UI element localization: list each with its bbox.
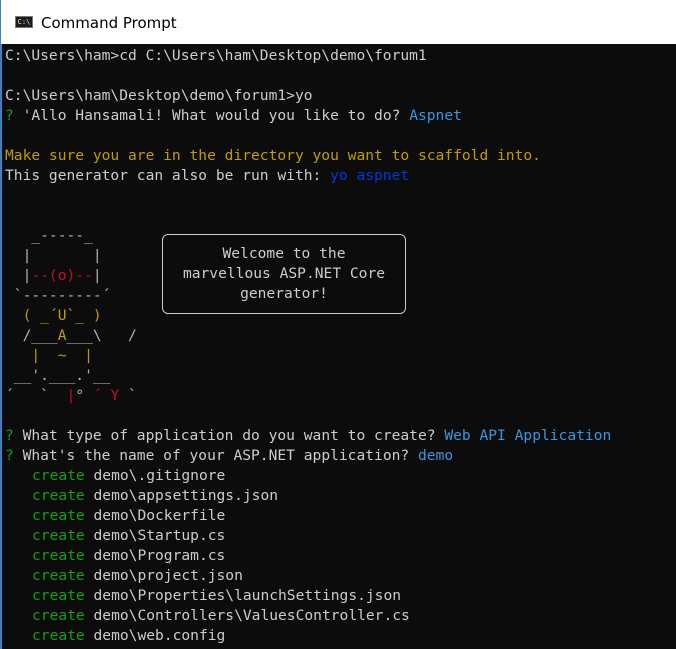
create-line: create demo\Dockerfile (32, 506, 225, 526)
question-line-2: ? What type of application do you want t… (5, 426, 611, 446)
art-fragment: | (66, 347, 93, 364)
console-app-icon: C:\ (15, 16, 33, 28)
art-row: /___A___\ / (5, 326, 137, 346)
create-verb: create (32, 567, 85, 584)
command-prompt-window: C:\ Command Prompt C:\Users\ham>cd C:\Us… (0, 0, 676, 649)
scaffold-note: Make sure you are in the directory you w… (5, 147, 541, 164)
art-fragment: _´U`_ (40, 307, 85, 324)
create-line: create demo\.gitignore (32, 466, 225, 486)
art-row: ( _´U`_ ) (5, 306, 102, 326)
created-file: demo\web.config (93, 627, 226, 644)
created-file: demo\project.json (93, 567, 243, 584)
art-row: ´ ` |° ´ Y ` (5, 386, 137, 406)
create-line: create demo\Startup.cs (32, 526, 225, 546)
create-verb: create (32, 507, 85, 524)
created-file: demo\Controllers\ValuesController.cs (93, 607, 410, 624)
create-verb: create (32, 527, 85, 544)
art-fragment: | (66, 387, 76, 404)
create-line: create demo\Controllers\ValuesController… (32, 606, 410, 626)
command-line-cd: C:\Users\ham>cd C:\Users\ham\Desktop\dem… (5, 47, 427, 64)
created-file: demo\Startup.cs (93, 527, 226, 544)
question-mark: ? (5, 107, 14, 124)
title-bar[interactable]: C:\ Command Prompt (0, 0, 676, 44)
welcome-line: Welcome to the (222, 245, 346, 262)
alternate-command-text: This generator can also be run with: (5, 167, 331, 184)
question-answer: demo (417, 447, 454, 464)
create-line: create demo\web.config (32, 626, 225, 646)
art-fragment: | (5, 267, 32, 284)
art-fragment: ´ ` (5, 387, 67, 404)
welcome-line: generator! (240, 285, 328, 302)
created-file: demo\Program.cs (93, 547, 226, 564)
art-fragment: ° (75, 387, 93, 404)
alternate-command-line: This generator can also be run with: yo … (5, 166, 409, 186)
art-fragment: ´ Y (92, 387, 120, 404)
create-verb: create (32, 487, 85, 504)
art-row: `---------´ (5, 287, 111, 304)
question-mark: ? (5, 447, 14, 464)
art-fragment: ` (119, 387, 137, 404)
create-verb: create (32, 627, 85, 644)
command-line-yo: C:\Users\ham\Desktop\demo\forum1>yo (5, 87, 313, 104)
create-verb: create (32, 587, 85, 604)
art-row: | ~ | (5, 346, 93, 366)
question-text: What type of application do you want to … (13, 427, 445, 444)
question-text: What's the name of your ASP.NET applicat… (13, 447, 418, 464)
created-file: demo\Dockerfile (93, 507, 226, 524)
art-row: | | (5, 247, 102, 264)
art-row: __'.___.'__ (5, 367, 111, 384)
created-file: demo\.gitignore (93, 467, 226, 484)
create-verb: create (32, 547, 85, 564)
create-line: create demo\appsettings.json (32, 486, 278, 506)
console-output[interactable]: C:\Users\ham>cd C:\Users\ham\Desktop\dem… (0, 44, 676, 649)
question-answer: Web API Application (444, 427, 612, 444)
question-line-3: ? What's the name of your ASP.NET applic… (5, 446, 453, 466)
art-fragment: /___ (5, 327, 58, 344)
created-file: demo\appsettings.json (93, 487, 279, 504)
art-fragment: ___\ / (66, 327, 137, 344)
art-fragment: | (92, 267, 102, 284)
welcome-message-box: Welcome to the marvellous ASP.NET Core g… (162, 234, 406, 314)
question-text: 'Allo Hansamali! What would you like to … (13, 107, 410, 124)
create-verb: create (32, 467, 85, 484)
window-title: Command Prompt (41, 14, 177, 32)
question-line-1: ? 'Allo Hansamali! What would you like t… (5, 106, 462, 126)
welcome-line: marvellous ASP.NET Core (182, 265, 386, 282)
art-fragment: A (57, 327, 67, 344)
alternate-command: yo aspnet (330, 167, 410, 184)
create-line: create demo\project.json (32, 566, 243, 586)
created-file: demo\Properties\launchSettings.json (93, 587, 402, 604)
art-fragment: ~ (57, 347, 67, 364)
create-line: create demo\Properties\launchSettings.js… (32, 586, 401, 606)
art-fragment: --(o)-- (31, 267, 93, 284)
art-fragment: ( (5, 307, 41, 324)
question-answer: Aspnet (409, 107, 462, 124)
create-verb: create (32, 607, 85, 624)
art-row: |--(o)--| (5, 266, 102, 286)
art-fragment: ) (84, 307, 102, 324)
art-fragment: | (5, 347, 58, 364)
art-row: _-----_ (5, 227, 93, 244)
question-mark: ? (5, 427, 14, 444)
create-line: create demo\Program.cs (32, 546, 225, 566)
